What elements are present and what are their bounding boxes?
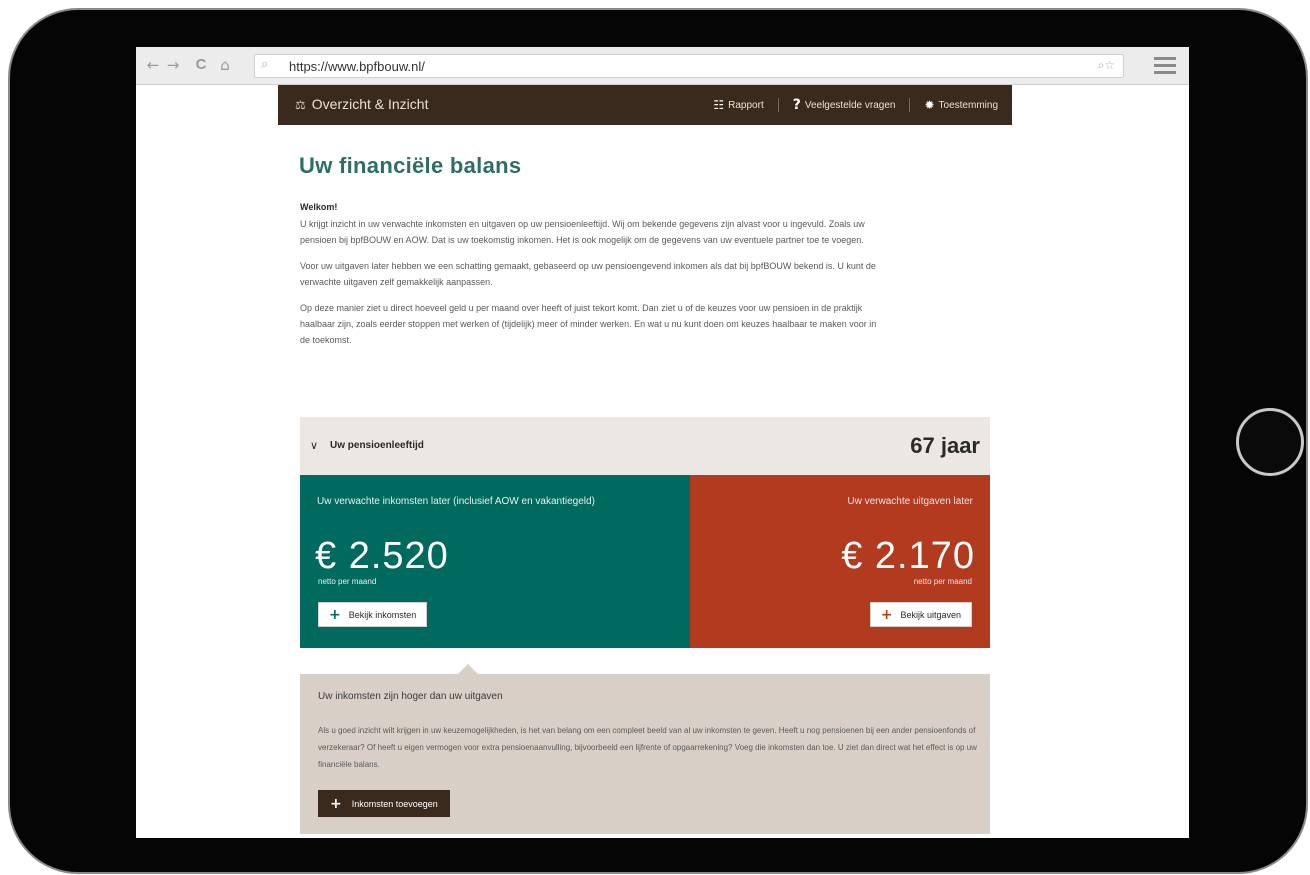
expense-unit: netto per maand [913, 577, 972, 586]
nav-divider [909, 98, 911, 112]
expense-amount: € 2.170 [841, 535, 975, 577]
list-icon: ☷ [713, 98, 725, 112]
browser-toolbar: ← → C ⌂ ⌕ https://www.bpfbouw.nl/ ⌕☆ [136, 47, 1189, 85]
view-expenses-button[interactable]: + Bekijk uitgaven [869, 602, 972, 627]
income-unit: netto per maand [318, 577, 377, 586]
scales-icon: ⚖ [295, 98, 306, 112]
nav-toestemming-label: Toestemming [938, 99, 998, 111]
nav-rapport-label: Rapport [728, 99, 764, 111]
nav-toestemming[interactable]: ✹ Toestemming [924, 98, 998, 112]
result-body: Als u goed inzicht wilt krijgen in uw ke… [318, 726, 977, 769]
view-expenses-label: Bekijk uitgaven [900, 609, 961, 620]
view-income-button[interactable]: + Bekijk inkomsten [318, 602, 428, 627]
intro-paragraph: U krijgt inzicht in uw verwachte inkomst… [300, 219, 865, 245]
page-title: Uw financiële balans [299, 153, 522, 178]
pension-age-label: Uw pensioenleeftijd [330, 440, 424, 451]
forward-icon[interactable]: → [164, 56, 182, 74]
pointer-notch [458, 664, 478, 674]
site-logo[interactable]: ⚖ Overzicht & Inzicht [295, 96, 428, 112]
intro-paragraph: Op deze manier ziet u direct hoeveel gel… [300, 303, 877, 345]
view-income-label: Bekijk inkomsten [348, 609, 417, 620]
nav-divider [777, 98, 779, 112]
pension-age-toggle[interactable]: ∨ Uw pensioenleeftijd 67 jaar [300, 417, 990, 475]
pension-age-value: 67 jaar [910, 433, 980, 458]
hamburger-menu-icon[interactable] [1154, 57, 1176, 75]
welcome-heading: Welkom! [300, 202, 338, 212]
bookmark-star-icon[interactable]: ⌕☆ [1098, 58, 1115, 73]
browser-window: ← → C ⌂ ⌕ https://www.bpfbouw.nl/ ⌕☆ ⚖ Ov… [136, 47, 1189, 838]
logo-text: Overzicht & Inzicht [311, 96, 429, 112]
header-nav: ☷ Rapport ? Veelgestelde vragen ✹ Toeste… [713, 85, 998, 125]
add-income-label: Inkomsten toevoegen [351, 798, 438, 809]
home-icon[interactable]: ⌂ [216, 56, 234, 74]
back-icon[interactable]: ← [144, 56, 162, 74]
income-amount: € 2.520 [315, 535, 449, 577]
nav-faq[interactable]: ? Veelgestelde vragen [793, 97, 896, 113]
url-text[interactable]: https://www.bpfbouw.nl/ [289, 59, 425, 74]
question-icon: ? [792, 97, 801, 113]
add-income-button[interactable]: + Inkomsten toevoegen [318, 790, 450, 817]
site-header: ⚖ Overzicht & Inzicht ☷ Rapport ? Veelges… [278, 85, 1012, 125]
result-box: Uw inkomsten zijn hoger dan uw uitgaven … [300, 664, 990, 834]
address-bar[interactable]: ⌕ https://www.bpfbouw.nl/ ⌕☆ [254, 54, 1124, 78]
expense-title: Uw verwachte uitgaven later [847, 496, 973, 507]
reload-icon[interactable]: C [192, 56, 210, 74]
tablet-home-button[interactable] [1236, 408, 1304, 476]
search-icon: ⌕ [261, 57, 269, 72]
plus-icon: + [330, 795, 342, 812]
nav-faq-label: Veelgestelde vragen [804, 99, 896, 111]
nav-rapport[interactable]: ☷ Rapport [713, 98, 763, 112]
intro-paragraph: Voor uw uitgaven later hebben we een sch… [300, 261, 876, 287]
plus-icon: + [329, 606, 341, 623]
balance-split: Uw verwachte inkomsten later (inclusief … [300, 475, 990, 648]
income-title: Uw verwachte inkomsten later (inclusief … [317, 496, 595, 507]
intro-text: Welkom! U krijgt inzicht in uw verwachte… [300, 199, 880, 358]
plus-icon: + [880, 606, 893, 623]
gear-icon: ✹ [924, 98, 935, 112]
expense-card: Uw verwachte uitgaven later € 2.170 nett… [690, 475, 990, 648]
income-card: Uw verwachte inkomsten later (inclusief … [300, 475, 690, 648]
balance-panel: ∨ Uw pensioenleeftijd 67 jaar Uw verwach… [300, 417, 990, 834]
result-heading: Uw inkomsten zijn hoger dan uw uitgaven [318, 691, 503, 702]
chevron-down-icon: ∨ [310, 439, 319, 452]
